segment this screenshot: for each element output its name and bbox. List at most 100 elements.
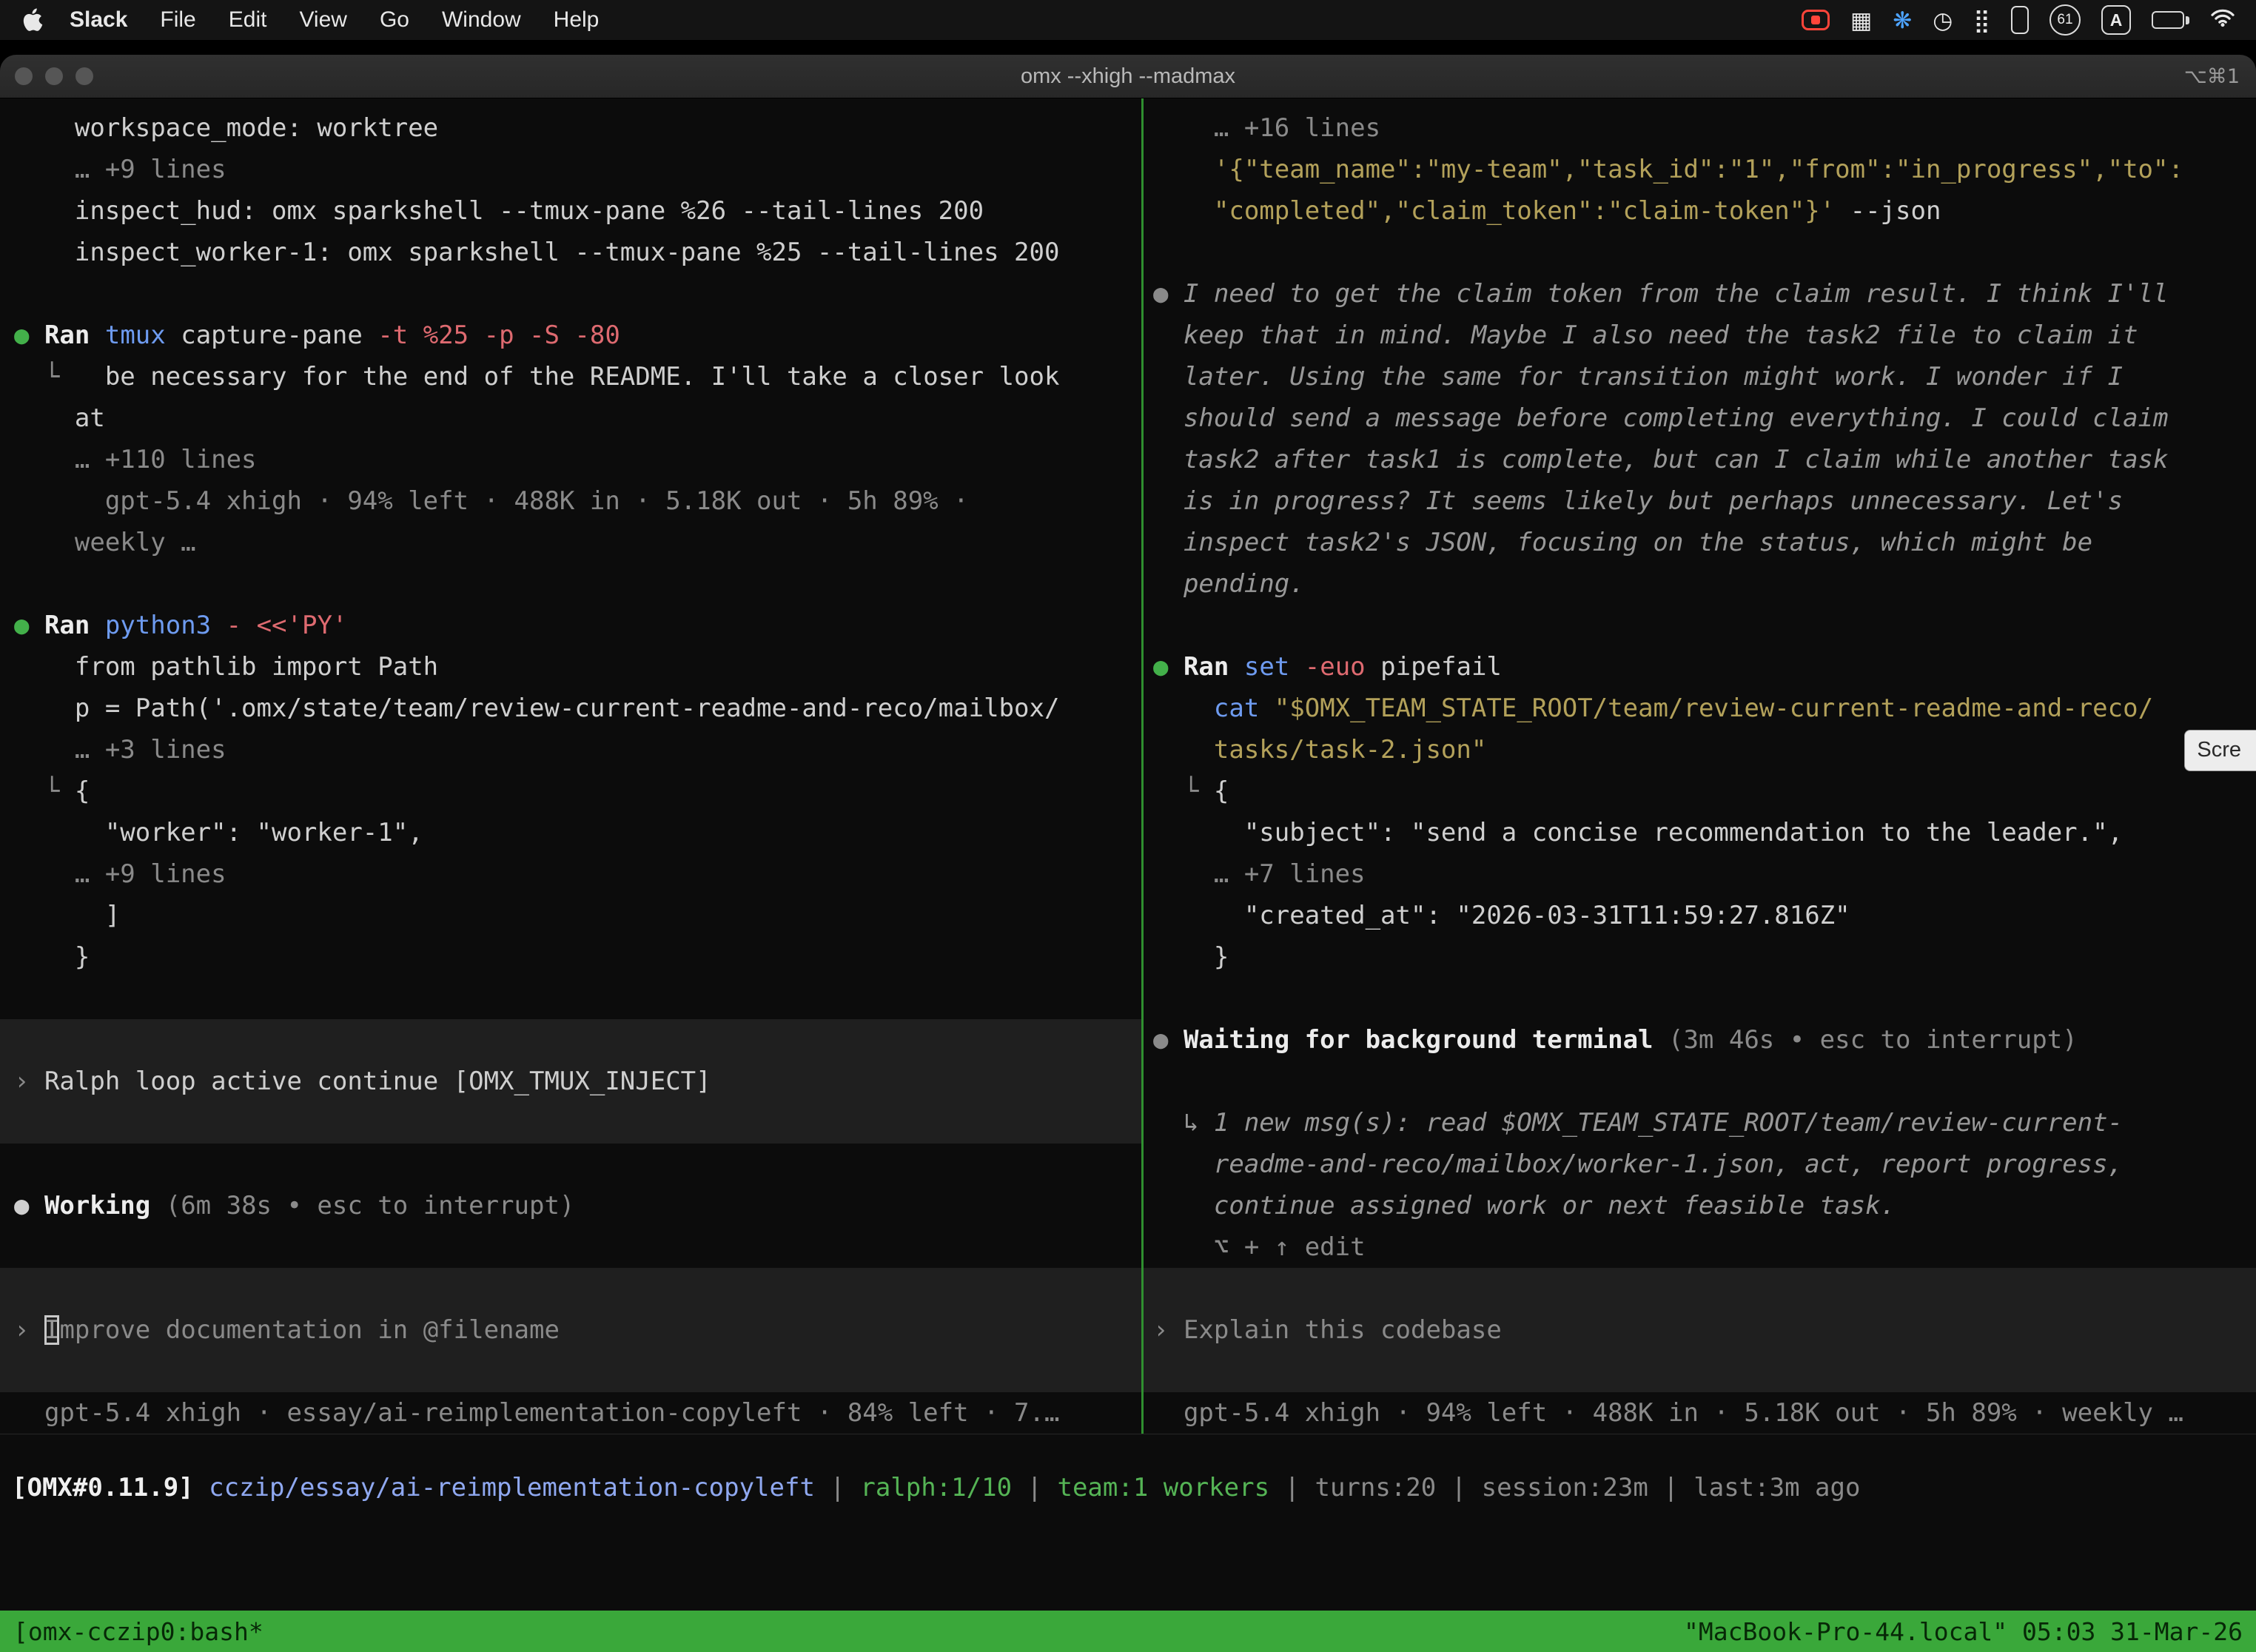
text-segment: workspace_mode: worktree [14, 113, 438, 143]
terminal-line: cat "$OMX_TEAM_STATE_ROOT/team/review-cu… [1144, 688, 2256, 729]
text-segment: | [1269, 1473, 1315, 1502]
text-segment [211, 611, 226, 640]
battery-body [2152, 11, 2184, 29]
blank-line [1144, 1061, 2256, 1102]
text-segment: (6m 38s • esc to interrupt) [150, 1191, 574, 1220]
empty-terminal-space [0, 1508, 2256, 1611]
menu-status-icons: ▦ ❋ ◷ ⣿ 61 A [1802, 4, 2235, 36]
text-segment: later. Using the same for transition mig… [1153, 362, 2123, 392]
terminal-line: tasks/task-2.json" [1144, 729, 2256, 770]
terminal-line: gpt-5.4 xhigh · essay/ai-reimplementatio… [0, 1392, 1141, 1434]
text-segment: inspect_hud: omx sparkshell --tmux-pane … [14, 196, 984, 226]
text-segment: -euo [1305, 652, 1366, 682]
terminal-line: should send a message before completing … [1144, 397, 2256, 439]
terminal-line: ] [0, 895, 1141, 936]
menu-view[interactable]: View [283, 7, 363, 32]
tmux-session-label: [omx-cczip0:bash* [13, 1617, 263, 1646]
blank-line [1144, 605, 2256, 646]
terminal-line: pending. [1144, 563, 2256, 605]
text-segment: be necessary for the end of the README. … [105, 362, 1060, 392]
window-grid-icon[interactable]: ▦ [1850, 9, 1872, 32]
text-segment: ● [1153, 1025, 1184, 1055]
terminal-line: task2 after task1 is complete, but can I… [1144, 439, 2256, 480]
terminal-line: … +110 lines [0, 439, 1141, 480]
text-segment [1153, 694, 1214, 723]
text-segment: Waiting for background terminal [1184, 1025, 1654, 1055]
text-segment: … +7 lines [1153, 859, 1366, 889]
terminal-line: ● Ran tmux capture-pane -t %25 -p -S -80 [0, 315, 1141, 356]
battery-nub [2186, 16, 2189, 24]
left-terminal-pane: workspace_mode: worktree … +9 lines insp… [0, 98, 1141, 1434]
text-segment: ralph:1/10 [860, 1473, 1012, 1502]
text-segment: | [815, 1473, 860, 1502]
text-segment: p = Path('.omx/state/team/review-current… [14, 694, 1059, 723]
menu-help[interactable]: Help [537, 7, 616, 32]
blue-app-icon[interactable]: ❋ [1893, 9, 1912, 32]
minimize-button[interactable] [45, 67, 63, 85]
text-segment: ⌥ + ↑ edit [1153, 1232, 1366, 1262]
terminal-line: … +9 lines [0, 853, 1141, 895]
zoom-button[interactable] [75, 67, 93, 85]
terminal-line: gpt-5.4 xhigh · 94% left · 488K in · 5.1… [0, 480, 1141, 522]
text-segment: pending. [1153, 569, 1305, 599]
close-button[interactable] [15, 67, 33, 85]
text-segment: team:1 workers [1057, 1473, 1269, 1502]
text-segment: ↳ 1 new msg(s): read $OMX_TEAM_STATE_ROO… [1153, 1108, 2123, 1138]
text-segment: | [1012, 1473, 1057, 1502]
terminal-line: is in progress? It seems likely but perh… [1144, 480, 2256, 522]
terminal-line: ● I need to get the claim token from the… [1144, 273, 2256, 315]
terminal-line: '{"team_name":"my-team","task_id":"1","f… [1144, 149, 2256, 190]
traffic-lights [0, 67, 93, 85]
menu-window[interactable]: Window [426, 7, 537, 32]
battery-icon[interactable] [2152, 11, 2189, 29]
dots-grid-icon[interactable]: ⣿ [1973, 9, 1990, 32]
prompt-input-line[interactable]: › Improve documentation in @filename [0, 1268, 1141, 1392]
text-segment: Working [44, 1191, 150, 1220]
text-segment: … +3 lines [14, 735, 226, 765]
menu-file[interactable]: File [144, 7, 212, 32]
text-segment: (3m 46s • esc to interrupt) [1654, 1025, 2078, 1055]
text-segment: … +110 lines [14, 445, 257, 474]
active-app-name[interactable]: Slack [53, 7, 144, 33]
text-segment: cczip/essay/ai-reimplementation-copyleft [209, 1473, 815, 1502]
terminal-line: └ { [1144, 770, 2256, 812]
text-segment: --json [1835, 196, 1941, 226]
prompt-input-line[interactable]: › Explain this codebase [1144, 1268, 2256, 1392]
screen-recording-icon[interactable] [1802, 10, 1830, 30]
wifi-icon[interactable] [2210, 7, 2235, 33]
input-source-icon[interactable]: A [2101, 5, 2131, 35]
text-segment: I need to get the claim token from the c… [1184, 279, 2169, 309]
blank-line [1144, 232, 2256, 273]
text-segment: | [1648, 1473, 1693, 1502]
text-segment: turns:20 [1315, 1473, 1436, 1502]
battery-percentage-icon[interactable]: 61 [2049, 4, 2081, 36]
terminal-line: p = Path('.omx/state/team/review-current… [0, 688, 1141, 729]
text-segment: } [14, 942, 90, 972]
terminal-line: ● Ran python3 - <<'PY' [0, 605, 1141, 646]
text-segment [1229, 652, 1243, 682]
terminal-line: "subject": "send a concise recommendatio… [1144, 812, 2256, 853]
terminal-line: later. Using the same for transition mig… [1144, 356, 2256, 397]
menu-go[interactable]: Go [363, 7, 426, 32]
text-segment: tasks/task-2.json" [1153, 735, 1486, 765]
tmux-pane-area: workspace_mode: worktree … +9 lines insp… [0, 98, 2256, 1434]
terminal-line: └ be necessary for the end of the README… [0, 356, 1141, 397]
apple-menu-icon[interactable] [21, 5, 47, 35]
terminal-line: inspect task2's JSON, focusing on the st… [1144, 522, 2256, 563]
clock-app-icon[interactable]: ◷ [1933, 9, 1953, 32]
menu-items: FileEditViewGoWindowHelp [144, 7, 615, 33]
terminal-line: inspect_hud: omx sparkshell --tmux-pane … [0, 190, 1141, 232]
text-segment: [OMX#0.11.9] [12, 1473, 194, 1502]
menu-edit[interactable]: Edit [212, 7, 283, 32]
text-segment: at [14, 403, 105, 433]
window-titlebar[interactable]: omx --xhigh --madmax ⌥⌘1 [0, 55, 2256, 98]
terminal-line: ● Ran set -euo pipefail [1144, 646, 2256, 688]
terminal-line: └ { [0, 770, 1141, 812]
text-segment: ● [1153, 279, 1184, 309]
text-segment: from pathlib import Path [14, 652, 438, 682]
window-title: omx --xhigh --madmax [0, 64, 2256, 89]
terminal-line: … +3 lines [0, 729, 1141, 770]
phone-mirroring-icon[interactable] [2011, 6, 2029, 34]
notice-band: › Ralph loop active continue [OMX_TMUX_I… [0, 1019, 1141, 1144]
text-segment: set [1244, 652, 1289, 682]
